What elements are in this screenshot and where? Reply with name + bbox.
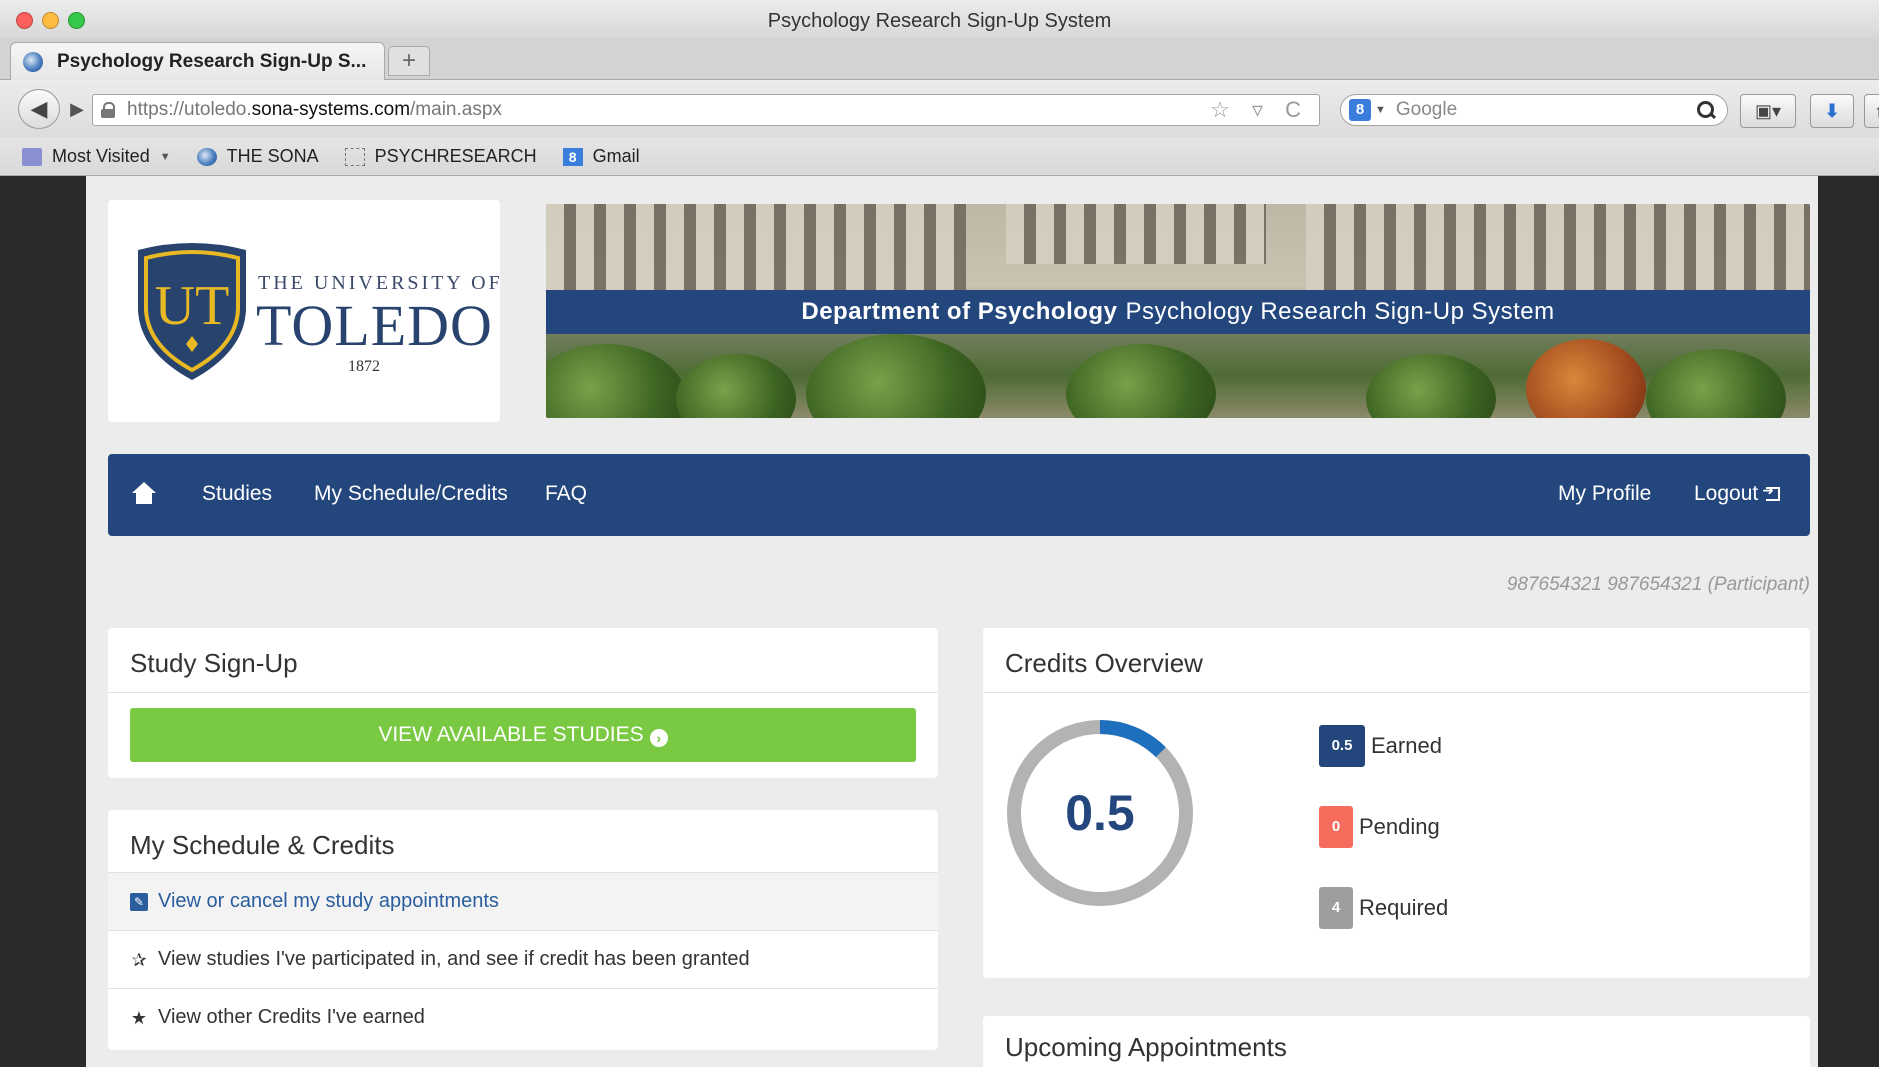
url-bar[interactable]: https://utoledo.sona-systems.com/main.as… [92,94,1320,126]
bookmark-label: THE SONA [226,146,319,166]
banner-system-name: Psychology Research Sign-Up System [1125,298,1555,325]
university-logo[interactable]: UT THE UNIVERSITY OF TOLEDO 1872 [108,200,500,422]
bookmark-label: PSYCHRESEARCH [374,146,537,166]
url-text: https://utoledo.sona-systems.com/main.as… [127,99,502,121]
view-available-studies-button[interactable]: VIEW AVAILABLE STUDIES › [130,708,916,762]
search-bar[interactable]: 8 ▼ Google [1340,94,1728,126]
bookmark-most-visited[interactable]: Most Visited ▼ [22,146,171,167]
list-item-label: View other Credits I've earned [158,1006,425,1028]
tab-bar: Psychology Research Sign-Up S... + [0,38,1879,80]
earned-badge: 0.5 [1319,725,1365,767]
legend-label: Required [1359,895,1449,920]
logout-icon [1762,482,1781,501]
title-bar: Psychology Research Sign-Up System [0,0,1879,42]
page-icon [344,147,365,166]
page-content: UT THE UNIVERSITY OF TOLEDO 1872 Departm… [86,176,1818,1067]
bookmark-the-sona[interactable]: THE SONA [196,146,319,167]
url-bar-icons[interactable]: ☆ ▿ C [1210,97,1309,123]
bookmark-gmail[interactable]: 8 Gmail [562,146,640,167]
search-input[interactable]: Google [1396,99,1695,121]
credits-overview-card: Credits Overview 0.5 0.5 Earned 0 Pendin… [983,628,1810,978]
bookmarks-toolbar: Most Visited ▼ THE SONA PSYCHRESEARCH 8 … [0,138,1879,176]
required-badge: 4 [1319,887,1353,929]
shield-logo-icon: UT [138,243,246,380]
new-tab-button[interactable]: + [388,46,430,76]
nav-logout[interactable]: Logout [1694,482,1781,506]
card-title: Credits Overview [1005,648,1203,678]
folder-icon [22,147,42,166]
forward-button[interactable]: ▶ [62,95,92,123]
search-icon[interactable] [1695,99,1717,121]
pending-badge: 0 [1319,806,1353,848]
nav-faq[interactable]: FAQ [545,482,587,506]
legend-pending: 0 Pending [1319,806,1440,848]
download-icon[interactable]: ⬇ [1810,94,1854,128]
navigation-toolbar: ◀ ▶ https://utoledo.sona-systems.com/mai… [0,80,1879,138]
upcoming-appointments-card: Upcoming Appointments [983,1016,1810,1067]
tab-psychology-research[interactable]: Psychology Research Sign-Up S... [10,42,385,80]
view-participated-studies-link[interactable]: ✰ View studies I've participated in, and… [108,930,938,988]
chevron-down-icon[interactable]: ▼ [1375,104,1386,116]
divider [983,692,1810,693]
bookmark-label: Gmail [592,146,640,166]
lock-icon [101,102,115,118]
url-prefix: https://utoledo. [127,99,252,120]
shield-letters: UT [155,275,230,337]
nav-studies[interactable]: Studies [202,482,272,506]
tab-label: Psychology Research Sign-Up S... [57,50,367,72]
participant-id: 987654321 987654321 (Participant) [1506,574,1810,595]
nav-my-profile[interactable]: My Profile [1558,482,1651,506]
edit-icon: ✎ [130,892,148,911]
url-path: /main.aspx [410,99,502,120]
browser-window: Psychology Research Sign-Up System Psych… [0,0,1879,1067]
star-half-icon: ✰ [131,949,147,970]
list-item-label: View or cancel my study appointments [158,890,499,912]
chevron-right-circle-icon: › [649,729,668,747]
banner-department: Department of Psychology [801,298,1118,325]
url-domain: sona-systems.com [251,99,411,120]
divider [108,692,938,693]
home-icon[interactable] [132,482,156,504]
google-icon: 8 [562,147,583,166]
study-signup-card: Study Sign-Up VIEW AVAILABLE STUDIES › [108,628,938,778]
google-icon[interactable]: 8 [1349,99,1371,121]
star-icon: ★ [130,1007,148,1028]
header-banner: Department of Psychology Psychology Resea… [546,204,1810,418]
credits-earned-value: 0.5 [1065,785,1135,841]
sona-icon [196,147,217,166]
nav-my-schedule-credits[interactable]: My Schedule/Credits [314,482,508,506]
window-title: Psychology Research Sign-Up System [767,10,1112,32]
bookmark-psychresearch[interactable]: PSYCHRESEARCH [344,146,537,167]
list-item-label: View studies I've participated in, and s… [158,948,750,970]
main-navigation: Studies My Schedule/Credits FAQ My Profi… [108,454,1810,536]
card-title: My Schedule & Credits [130,830,395,860]
button-label: VIEW AVAILABLE STUDIES [378,723,644,746]
legend-label: Earned [1371,733,1442,758]
logo-text-year: 1872 [348,358,380,375]
back-button[interactable]: ◀ [18,89,60,129]
logout-label: Logout [1694,482,1759,505]
legend-earned: 0.5 Earned [1319,725,1442,767]
legend-required: 4 Required [1319,887,1448,929]
view-other-credits-link[interactable]: ★ View other Credits I've earned [108,988,938,1046]
chevron-down-icon: ▼ [159,150,171,163]
logo-text-main: TOLEDO [256,293,493,358]
card-title: Upcoming Appointments [1005,1032,1287,1062]
bookmarks-menu-button[interactable]: ▣▾ [1740,94,1796,128]
banner-title: Department of Psychology Psychology Resea… [546,290,1810,334]
legend-label: Pending [1359,814,1440,839]
page-viewport: UT THE UNIVERSITY OF TOLEDO 1872 Departm… [0,176,1879,1067]
sona-favicon-icon [23,51,43,72]
card-title: Study Sign-Up [130,648,298,678]
home-toolbar-button[interactable]: ↑ [1864,94,1879,128]
view-cancel-appointments-link[interactable]: ✎ View or cancel my study appointments [108,872,938,930]
my-schedule-credits-card: My Schedule & Credits ✎ View or cancel m… [108,810,938,1050]
bookmark-label: Most Visited [52,146,150,166]
